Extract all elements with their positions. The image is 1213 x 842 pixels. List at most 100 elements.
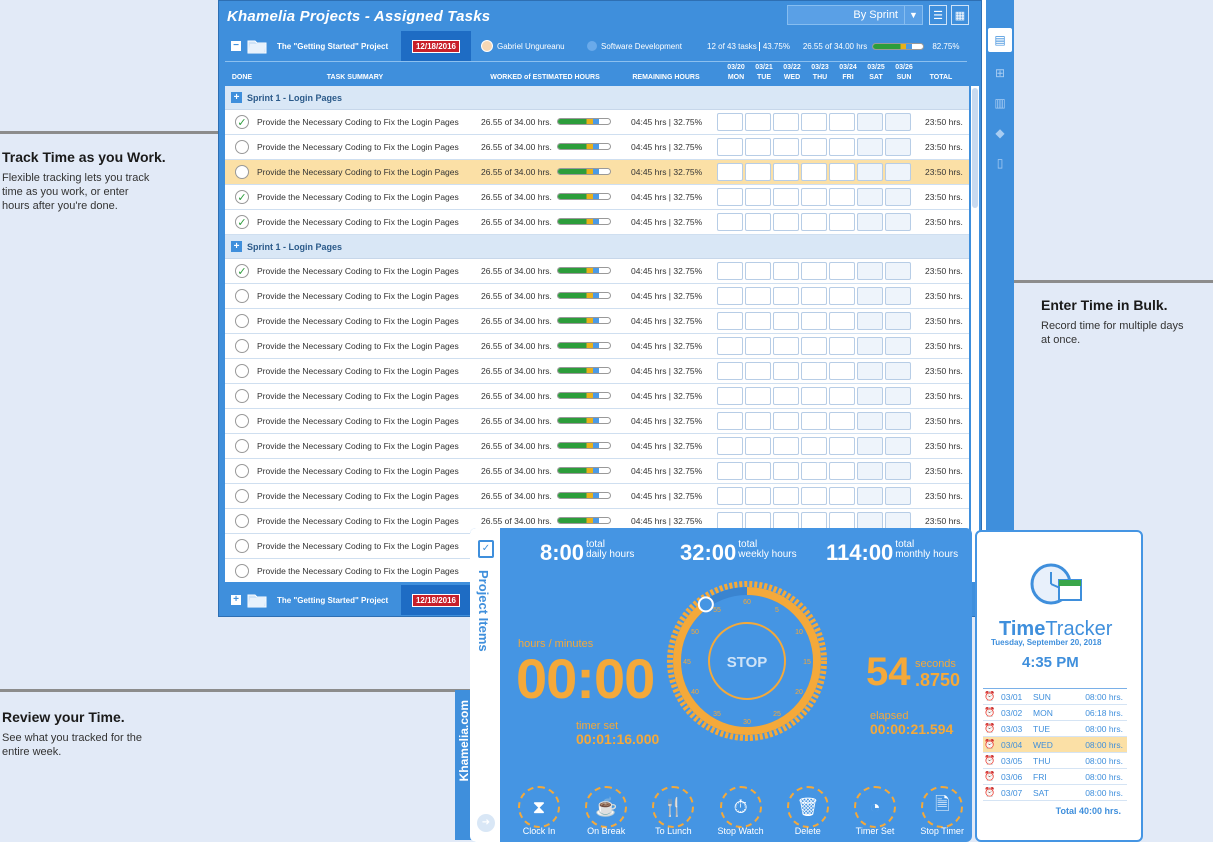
unchecked-circle-icon[interactable]	[235, 464, 249, 478]
task-row[interactable]: Provide the Necessary Coding to Fix the …	[225, 459, 969, 484]
tasks-view-icon[interactable]: ▤	[988, 28, 1012, 52]
day-hours-input-wed[interactable]	[773, 163, 799, 181]
trash-button[interactable]: 🗑	[786, 786, 829, 828]
day-hours-input-thu[interactable]	[801, 412, 827, 430]
unchecked-circle-icon[interactable]	[235, 289, 249, 303]
stopwatch-button[interactable]: ⏱	[719, 786, 762, 828]
task-summary[interactable]: Provide the Necessary Coding to Fix the …	[257, 391, 459, 401]
task-summary[interactable]: Provide the Necessary Coding to Fix the …	[257, 117, 459, 127]
unchecked-circle-icon[interactable]	[235, 539, 249, 553]
task-summary[interactable]: Provide the Necessary Coding to Fix the …	[257, 167, 459, 177]
day-hours-input-sun[interactable]	[885, 362, 911, 380]
task-summary[interactable]: Provide the Necessary Coding to Fix the …	[257, 316, 459, 326]
day-hours-input-wed[interactable]	[773, 287, 799, 305]
unchecked-circle-icon[interactable]	[235, 314, 249, 328]
day-hours-input-thu[interactable]	[801, 113, 827, 131]
task-summary[interactable]: Provide the Necessary Coding to Fix the …	[257, 142, 459, 152]
stop-timer-button[interactable]: 🗎	[921, 786, 964, 828]
day-hours-input-thu[interactable]	[801, 337, 827, 355]
day-hours-input-sat[interactable]	[857, 163, 883, 181]
day-hours-input-fri[interactable]	[829, 437, 855, 455]
checked-circle-icon[interactable]: ✓	[235, 264, 249, 278]
day-hours-input-wed[interactable]	[773, 138, 799, 156]
day-hours-input-mon[interactable]	[717, 113, 743, 131]
day-hours-input-mon[interactable]	[717, 437, 743, 455]
day-hours-input-thu[interactable]	[801, 312, 827, 330]
task-row[interactable]: Provide the Necessary Coding to Fix the …	[225, 434, 969, 459]
day-hours-input-tue[interactable]	[745, 437, 771, 455]
day-hours-input-fri[interactable]	[829, 387, 855, 405]
task-summary[interactable]: Provide the Necessary Coding to Fix the …	[257, 366, 459, 376]
scrollbar-thumb[interactable]	[972, 88, 978, 208]
unchecked-circle-icon[interactable]	[235, 339, 249, 353]
tracker-day-row[interactable]: ⏰ 03/05 THU 08:00 hrs.	[983, 753, 1127, 769]
day-hours-input-sun[interactable]	[885, 113, 911, 131]
task-summary[interactable]: Provide the Necessary Coding to Fix the …	[257, 541, 459, 551]
day-hours-input-wed[interactable]	[773, 412, 799, 430]
hierarchy-icon[interactable]: ⊞	[990, 64, 1010, 82]
scrollbar[interactable]	[971, 86, 979, 582]
tracker-day-row[interactable]: ⏰ 03/02 MON 06:18 hrs.	[983, 705, 1127, 721]
day-hours-input-sat[interactable]	[857, 387, 883, 405]
task-row[interactable]: Provide the Necessary Coding to Fix the …	[225, 309, 969, 334]
day-hours-input-mon[interactable]	[717, 213, 743, 231]
task-row[interactable]: Provide the Necessary Coding to Fix the …	[225, 484, 969, 509]
day-hours-input-tue[interactable]	[745, 462, 771, 480]
unchecked-circle-icon[interactable]	[235, 140, 249, 154]
dial-handle[interactable]	[697, 596, 714, 613]
day-hours-input-mon[interactable]	[717, 163, 743, 181]
day-hours-input-wed[interactable]	[773, 387, 799, 405]
task-row[interactable]: Provide the Necessary Coding to Fix the …	[225, 160, 969, 185]
day-hours-input-sat[interactable]	[857, 437, 883, 455]
pie-timer-button[interactable]: ◔	[854, 786, 896, 828]
day-hours-input-fri[interactable]	[829, 487, 855, 505]
document-icon[interactable]: ▯	[990, 154, 1010, 172]
project-name[interactable]: The "Getting Started" Project	[277, 42, 401, 51]
task-summary[interactable]: Provide the Necessary Coding to Fix the …	[257, 341, 459, 351]
day-hours-input-tue[interactable]	[745, 113, 771, 131]
task-row[interactable]: Provide the Necessary Coding to Fix the …	[225, 135, 969, 160]
day-hours-input-fri[interactable]	[829, 462, 855, 480]
day-hours-input-thu[interactable]	[801, 462, 827, 480]
day-hours-input-mon[interactable]	[717, 362, 743, 380]
sprint-select[interactable]: By Sprint ▼	[787, 5, 923, 25]
day-hours-input-sat[interactable]	[857, 138, 883, 156]
day-hours-input-wed[interactable]	[773, 337, 799, 355]
day-hours-input-tue[interactable]	[745, 312, 771, 330]
day-hours-input-wed[interactable]	[773, 487, 799, 505]
day-hours-input-fri[interactable]	[829, 113, 855, 131]
sprint-group-header[interactable]: + Sprint 1 - Login Pages	[225, 235, 969, 259]
expand-icon[interactable]: +	[231, 595, 241, 605]
day-hours-input-fri[interactable]	[829, 213, 855, 231]
sprint-group-header[interactable]: + Sprint 1 - Login Pages	[225, 86, 969, 110]
unchecked-circle-icon[interactable]	[235, 414, 249, 428]
day-hours-input-sat[interactable]	[857, 412, 883, 430]
day-hours-input-wed[interactable]	[773, 312, 799, 330]
tracker-day-row[interactable]: ⏰ 03/04 WED 08:00 hrs.	[983, 737, 1127, 753]
day-hours-input-tue[interactable]	[745, 213, 771, 231]
day-hours-input-sun[interactable]	[885, 262, 911, 280]
day-hours-input-tue[interactable]	[745, 412, 771, 430]
collapse-arrow-icon[interactable]: ➜	[477, 814, 495, 832]
checked-circle-icon[interactable]: ✓	[235, 215, 249, 229]
day-hours-input-sat[interactable]	[857, 362, 883, 380]
day-hours-input-sun[interactable]	[885, 412, 911, 430]
day-hours-input-sun[interactable]	[885, 462, 911, 480]
unchecked-circle-icon[interactable]	[235, 389, 249, 403]
task-row[interactable]: ✓ Provide the Necessary Coding to Fix the…	[225, 110, 969, 135]
day-hours-input-fri[interactable]	[829, 188, 855, 206]
project-name[interactable]: The "Getting Started" Project	[277, 596, 401, 605]
task-row[interactable]: Provide the Necessary Coding to Fix the …	[225, 359, 969, 384]
expand-icon[interactable]: +	[231, 92, 242, 103]
diamond-icon[interactable]: ◆	[990, 124, 1010, 142]
day-hours-input-fri[interactable]	[829, 138, 855, 156]
clipboard-icon[interactable]: ▥	[990, 94, 1010, 112]
fork-knife-button[interactable]: 🍴	[652, 786, 695, 828]
task-summary[interactable]: Provide the Necessary Coding to Fix the …	[257, 441, 459, 451]
day-hours-input-tue[interactable]	[745, 163, 771, 181]
day-hours-input-mon[interactable]	[717, 138, 743, 156]
day-hours-input-thu[interactable]	[801, 387, 827, 405]
day-hours-input-sun[interactable]	[885, 437, 911, 455]
task-summary[interactable]: Provide the Necessary Coding to Fix the …	[257, 266, 459, 276]
task-row[interactable]: Provide the Necessary Coding to Fix the …	[225, 284, 969, 309]
